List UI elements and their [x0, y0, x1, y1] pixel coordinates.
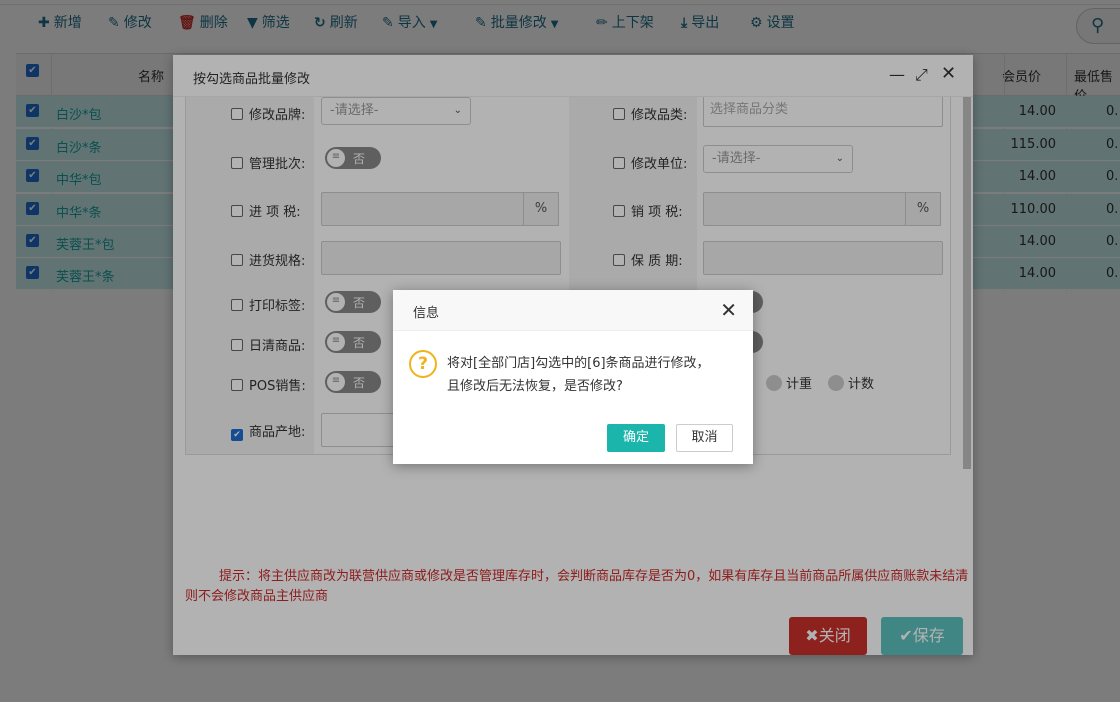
question-icon: ? — [409, 350, 437, 378]
dialog-titlebar: 信息 ✕ — [393, 290, 753, 331]
confirm-dialog: 信息 ✕ ? 将对[全部门店]勾选中的[6]条商品进行修改， 且修改后无法恢复，… — [393, 290, 753, 464]
confirm-cancel-button[interactable]: 取消 — [676, 424, 733, 452]
dialog-title: 信息 — [413, 306, 440, 321]
confirm-ok-button[interactable]: 确定 — [607, 424, 665, 452]
dialog-close-icon[interactable]: ✕ — [720, 298, 737, 322]
dialog-message-line2: 且修改后无法恢复，是否修改? — [447, 379, 623, 394]
dialog-message: 将对[全部门店]勾选中的[6]条商品进行修改， 且修改后无法恢复，是否修改? — [447, 352, 737, 398]
dialog-message-line1: 将对[全部门店]勾选中的[6]条商品进行修改， — [447, 356, 710, 371]
